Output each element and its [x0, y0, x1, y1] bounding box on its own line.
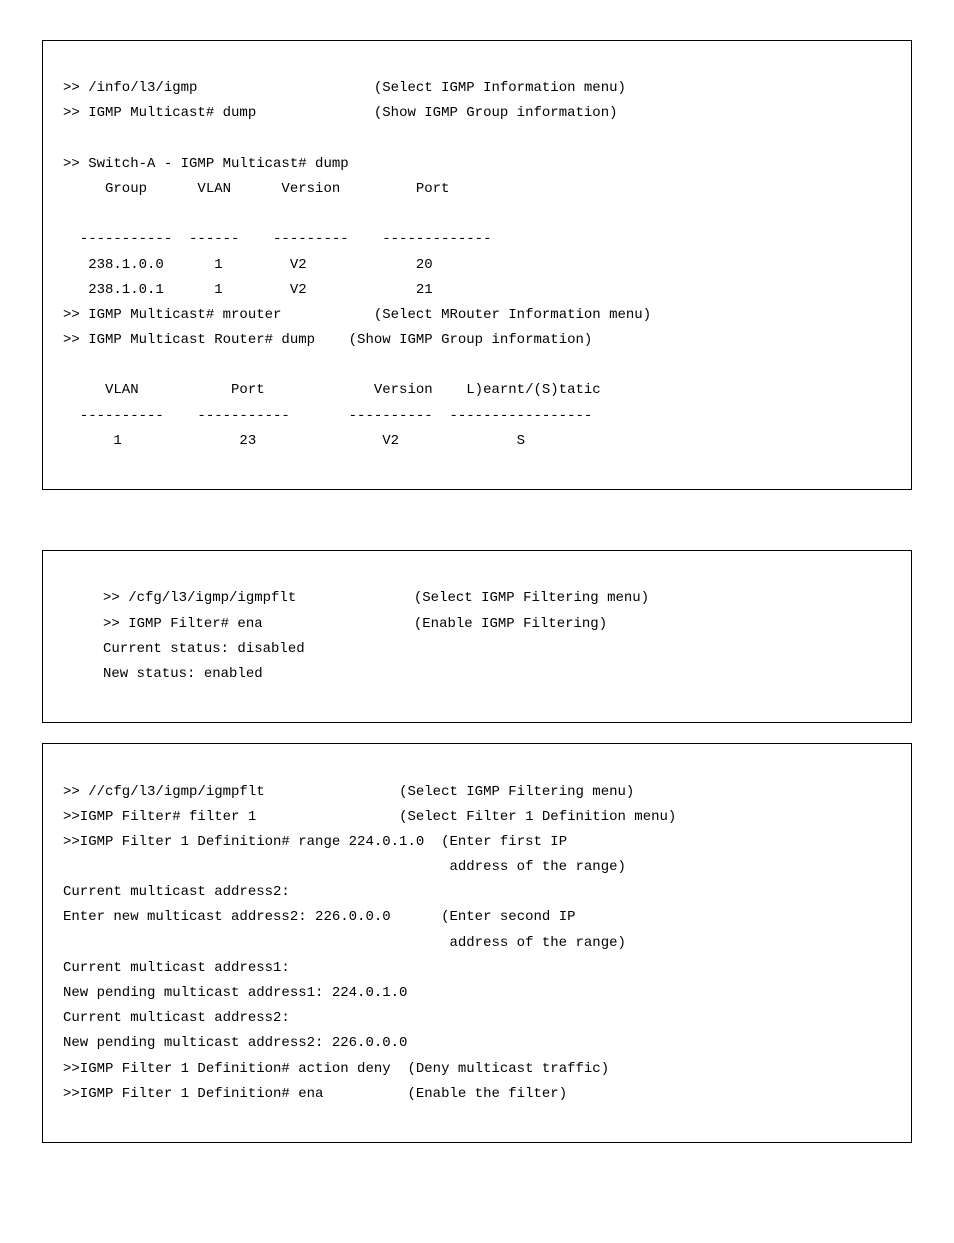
text-line: >> /cfg/l3/igmp/igmpflt (Select IGMP Fil…	[103, 590, 649, 606]
blank-line	[63, 131, 71, 147]
divider-line: ----------- ------ --------- -----------…	[63, 231, 491, 247]
terminal-box-3: >> //cfg/l3/igmp/igmpflt (Select IGMP Fi…	[42, 743, 912, 1143]
header-line: Group VLAN Version Port	[63, 181, 449, 197]
text-line: New pending multicast address1: 224.0.1.…	[63, 985, 407, 1001]
cmd: >> IGMP Multicast# mrouter	[63, 307, 281, 323]
terminal-box-2: >> /cfg/l3/igmp/igmpflt (Select IGMP Fil…	[42, 550, 912, 723]
text-line: >> IGMP Filter# ena (Enable IGMP Filteri…	[103, 616, 607, 632]
text-line: >>IGMP Filter 1 Definition# action deny …	[63, 1061, 609, 1077]
comment: (Deny multicast traffic)	[407, 1061, 609, 1077]
text-line: New pending multicast address2: 226.0.0.…	[63, 1035, 407, 1051]
text-line: >> /info/l3/igmp (Select IGMP Informatio…	[63, 80, 626, 96]
comment: (Show IGMP Group information)	[349, 332, 593, 348]
text-line: >> IGMP Multicast Router# dump (Show IGM…	[63, 332, 592, 348]
cmd: >> IGMP Filter# ena	[103, 616, 263, 632]
divider-line: ---------- ----------- ---------- ------…	[63, 408, 592, 424]
blank-line	[63, 357, 71, 373]
text-line: >> IGMP Multicast# mrouter (Select MRout…	[63, 307, 651, 323]
text-line: Enter new multicast address2: 226.0.0.0 …	[63, 909, 576, 925]
comment: (Enter first IP	[441, 834, 567, 850]
cmd: Enter new multicast address2: 226.0.0.0	[63, 909, 391, 925]
text-line: Current multicast address1:	[63, 960, 290, 976]
text-line: >> //cfg/l3/igmp/igmpflt (Select IGMP Fi…	[63, 784, 634, 800]
comment: (Select Filter 1 Definition menu)	[399, 809, 676, 825]
comment: (Enable IGMP Filtering)	[414, 616, 607, 632]
comment: address of the range)	[449, 859, 625, 875]
text-line: >> Switch-A - IGMP Multicast# dump	[63, 156, 349, 172]
comment: (Select IGMP Information menu)	[374, 80, 626, 96]
comment: (Enable the filter)	[407, 1086, 567, 1102]
header-line: VLAN Port Version L)earnt/(S)tatic	[63, 382, 601, 398]
text-line: Current status: disabled	[103, 641, 305, 657]
text-line: >>IGMP Filter 1 Definition# ena (Enable …	[63, 1086, 567, 1102]
comment: (Select IGMP Filtering menu)	[399, 784, 634, 800]
text-line: >>IGMP Filter 1 Definition# range 224.0.…	[63, 834, 567, 850]
cmd: >> IGMP Multicast# dump	[63, 105, 256, 121]
comment: (Enter second IP	[441, 909, 575, 925]
cmd: >> IGMP Multicast Router# dump	[63, 332, 315, 348]
comment: (Select IGMP Filtering menu)	[414, 590, 649, 606]
text-line: address of the range)	[63, 859, 626, 875]
cmd: >> /info/l3/igmp	[63, 80, 197, 96]
text-line: address of the range)	[63, 935, 626, 951]
text-line: >> IGMP Multicast# dump (Show IGMP Group…	[63, 105, 618, 121]
cmd: >>IGMP Filter# filter 1	[63, 809, 256, 825]
comment: (Select MRouter Information menu)	[374, 307, 651, 323]
terminal-box-1: >> /info/l3/igmp (Select IGMP Informatio…	[42, 40, 912, 490]
cmd: >>IGMP Filter 1 Definition# ena	[63, 1086, 323, 1102]
comment: (Show IGMP Group information)	[374, 105, 618, 121]
data-row: 1 23 V2 S	[63, 433, 525, 449]
cmd: >>IGMP Filter 1 Definition# action deny	[63, 1061, 391, 1077]
data-row: 238.1.0.1 1 V2 21	[63, 282, 433, 298]
blank-line	[63, 206, 71, 222]
cmd: >>IGMP Filter 1 Definition# range 224.0.…	[63, 834, 424, 850]
text-line: New status: enabled	[103, 666, 263, 682]
cmd: >> /cfg/l3/igmp/igmpflt	[103, 590, 296, 606]
text-line: >>IGMP Filter# filter 1 (Select Filter 1…	[63, 809, 676, 825]
text-line: Current multicast address2:	[63, 1010, 290, 1026]
comment: address of the range)	[449, 935, 625, 951]
text-line: Current multicast address2:	[63, 884, 290, 900]
data-row: 238.1.0.0 1 V2 20	[63, 257, 433, 273]
cmd: >> //cfg/l3/igmp/igmpflt	[63, 784, 265, 800]
